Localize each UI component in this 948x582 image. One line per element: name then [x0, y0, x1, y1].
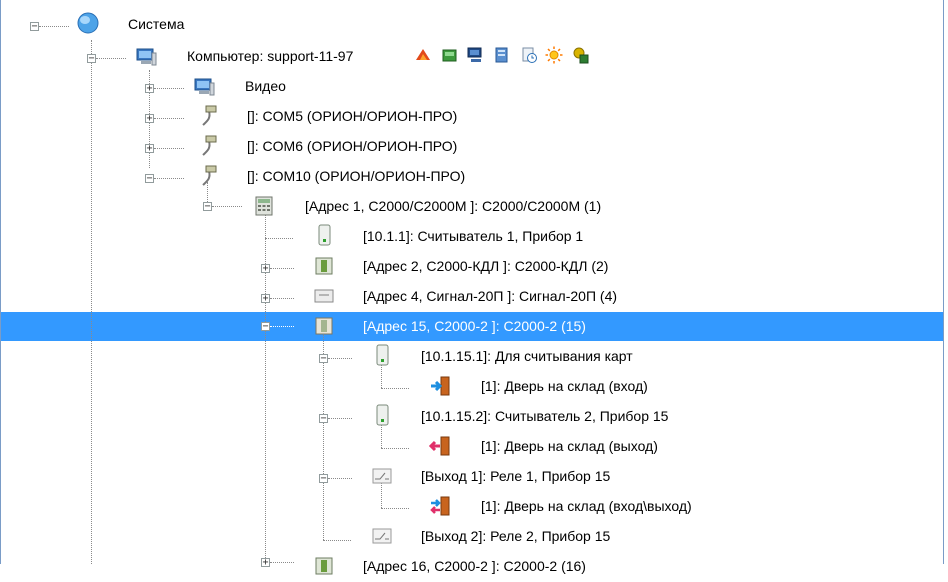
server-icon[interactable] [493, 46, 511, 64]
globe-icon [77, 12, 99, 34]
sun-icon[interactable] [545, 46, 563, 64]
network-computer-icon[interactable] [467, 46, 485, 64]
serial-cable-icon [202, 105, 217, 126]
tree-item-c2000m[interactable]: [Адрес 1, С2000/С2000М ]: С2000/С2000М (… [1, 192, 943, 222]
tree-item-label: Видео [245, 78, 286, 94]
panel-icon [314, 289, 334, 303]
tree-item-label: []: COM10 (ОРИОН/ОРИОН-ПРО) [247, 168, 466, 184]
tree-item-label: [Адрес 16, С2000-2 ]: С2000-2 (16) [363, 558, 586, 574]
serial-cable-icon [202, 135, 217, 156]
serial-cable-icon [202, 165, 217, 186]
tree-item-c2000-2-15[interactable]: [Адрес 15, С2000-2 ]: С2000-2 (15) [1, 312, 943, 341]
door-exit-icon [429, 436, 450, 456]
tree-item-label: [10.1.15.1]: Для считывания карт [421, 348, 633, 364]
tree-item-label: Компьютер: support-11-97 [187, 48, 354, 64]
tree-item-com6[interactable]: []: COM6 (ОРИОН/ОРИОН-ПРО) [1, 132, 943, 162]
device-icon [315, 317, 333, 335]
device-icon [315, 557, 333, 575]
reader-icon [376, 344, 389, 366]
computer-icon [194, 78, 215, 96]
tree-item-reader-1[interactable]: [10.1.1]: Считыватель 1, Прибор 1 [1, 222, 943, 252]
tree-item-label: [1]: Дверь на склад (выход) [481, 438, 658, 454]
tree-item-label: [Адрес 1, С2000/С2000М ]: С2000/С2000М (… [305, 198, 602, 214]
tree-item-signal-20p[interactable]: [Адрес 4, Сигнал-20П ]: Сигнал-20П (4) [1, 282, 943, 312]
tree-item-door-both[interactable]: [1]: Дверь на склад (вход\выход) [1, 492, 943, 522]
tree-item-label: [10.1.1]: Считыватель 1, Прибор 1 [363, 228, 584, 244]
computer-icon [136, 48, 157, 66]
tree-item-label: []: COM6 (ОРИОН/ОРИОН-ПРО) [247, 138, 458, 154]
reader-icon [376, 404, 389, 426]
door-both-icon [430, 496, 450, 516]
tree-item-label: [Адрес 15, С2000-2 ]: С2000-2 (15) [363, 318, 586, 334]
tree-item-door-enter[interactable]: [1]: Дверь на склад (вход) [1, 372, 943, 402]
tree-item-label: [Выход 2]: Реле 2, Прибор 15 [421, 528, 611, 544]
tree-item-label: [Адрес 2, С2000-КДЛ ]: С2000-КДЛ (2) [363, 258, 609, 274]
reader-icon [318, 224, 331, 246]
tree-item-system[interactable]: Система [1, 10, 943, 40]
tree-item-label: []: COM5 (ОРИОН/ОРИОН-ПРО) [247, 108, 458, 124]
door-enter-icon [431, 376, 450, 396]
green-box-icon[interactable] [441, 46, 459, 64]
tree-item-video[interactable]: Видео [1, 72, 943, 102]
doc-clock-icon[interactable] [520, 46, 538, 64]
relay-icon [372, 468, 392, 484]
tree-item-reader-15-2[interactable]: [10.1.15.2]: Считыватель 2, Прибор 15 [1, 402, 943, 432]
tree-item-door-exit[interactable]: [1]: Дверь на склад (выход) [1, 432, 943, 462]
tree-item-com5[interactable]: []: COM5 (ОРИОН/ОРИОН-ПРО) [1, 102, 943, 132]
tree-item-relay-2[interactable]: [Выход 2]: Реле 2, Прибор 15 [1, 522, 943, 552]
relay-icon [372, 528, 392, 544]
tree-item-label: [1]: Дверь на склад (вход) [481, 378, 648, 394]
gear-db-icon[interactable] [572, 46, 590, 64]
tree-item-c2000-2-16[interactable]: [Адрес 16, С2000-2 ]: С2000-2 (16) [1, 552, 943, 582]
tree-item-label: [10.1.15.2]: Считыватель 2, Прибор 15 [421, 408, 669, 424]
tree-item-label: [Выход 1]: Реле 1, Прибор 15 [421, 468, 611, 484]
tree-item-label: [Адрес 4, Сигнал-20П ]: Сигнал-20П (4) [363, 288, 618, 304]
device-icon [315, 257, 333, 275]
device-tree: − − + + + − − + + − − − − + Система Комп… [0, 0, 944, 575]
tree-item-label: Система [128, 16, 185, 32]
dial-icon[interactable] [414, 46, 432, 64]
tree-item-label: [1]: Дверь на склад (вход\выход) [481, 498, 692, 514]
tree-item-computer[interactable]: Компьютер: support-11-97 [1, 42, 943, 72]
tree-item-relay-1[interactable]: [Выход 1]: Реле 1, Прибор 15 [1, 462, 943, 492]
tree-item-c2000-kdl[interactable]: [Адрес 2, С2000-КДЛ ]: С2000-КДЛ (2) [1, 252, 943, 282]
tree-item-com10[interactable]: []: COM10 (ОРИОН/ОРИОН-ПРО) [1, 162, 943, 192]
tree-item-reader-15-1[interactable]: [10.1.15.1]: Для считывания карт [1, 342, 943, 372]
keypad-controller-icon [255, 196, 273, 216]
